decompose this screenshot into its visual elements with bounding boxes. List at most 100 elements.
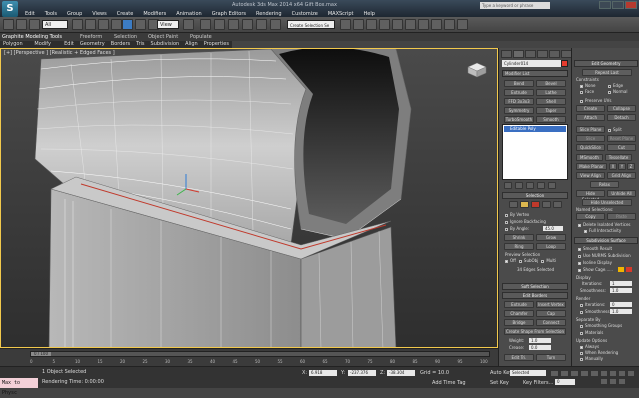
named-selection-dropdown[interactable]: Create Selection Se [287,20,335,29]
view-align-button[interactable]: View Align [576,172,605,179]
constraint-normal-radio[interactable]: Normal [608,89,627,94]
smooth-result-check-box[interactable] [578,247,581,251]
extrude-mod-button[interactable]: Extrude [504,89,534,96]
shrink-button[interactable]: Shrink [504,234,534,241]
bridge-button[interactable]: Bridge [504,319,534,326]
constraint-face-dot[interactable] [580,90,583,94]
panel-geometry-all[interactable]: Geometry (All) [77,41,108,54]
render-smoothness-check-box[interactable] [580,310,583,314]
select-move-icon[interactable] [122,19,133,30]
stack-item-editable-poly[interactable]: Editable Poly [504,126,566,132]
panel-align[interactable]: Align [182,41,201,48]
maxscript-listener[interactable]: Max to Physc [0,378,38,396]
delete-isolated-check-box[interactable] [578,223,581,227]
by-angle-spinner[interactable]: 45.0 [543,226,563,231]
configure-sets-icon[interactable] [548,182,556,189]
zoom-icon[interactable] [600,370,608,377]
selection-filter-dropdown[interactable]: All [42,20,68,29]
panel-tris[interactable]: Tris [133,41,147,48]
panel-polygon-modeling[interactable]: Polygon Modeling [0,41,31,54]
goto-start-icon[interactable] [550,370,559,377]
subdivision-surface-rollout-header[interactable]: Subdivision Surface [574,237,638,244]
minimize-button[interactable] [599,1,611,9]
edit-borders-rollout-header[interactable]: Edit Borders [502,292,568,299]
smoothing-groups-checkbox[interactable]: Smoothing Groups [580,323,622,328]
cap-button[interactable]: Cap [536,310,566,317]
layer-manager-icon[interactable] [366,19,377,30]
time-slider-thumb[interactable]: 0 / 100 [31,352,51,356]
undo-icon[interactable] [3,19,14,30]
current-frame-field[interactable]: 0 [555,379,575,385]
preview-subobj-radio-dot[interactable] [518,259,522,263]
make-unique-icon[interactable] [526,182,534,189]
msmooth-button[interactable]: MSmooth [576,154,603,161]
ignore-backfacing-checkbox[interactable]: Ignore Backfacing [505,219,546,224]
ring-button[interactable]: Ring [504,243,534,250]
redo-icon[interactable] [16,19,27,30]
symmetry-button[interactable]: Symmetry [504,107,534,114]
element-level-icon[interactable] [553,201,562,208]
unhide-all-button[interactable]: Unhide All [607,190,636,197]
planar-y-button[interactable]: Y [618,163,626,170]
preview-multi-radio-dot[interactable] [541,259,545,263]
key-filters-button[interactable]: Key Filters... [523,380,553,386]
grid-align-button[interactable]: Grid Align [607,172,636,179]
edit-tri-button[interactable]: Edit Tri. [504,354,534,361]
iterations-spinner[interactable]: 1 [610,281,632,286]
edge-level-icon[interactable] [520,201,529,208]
split-check-box[interactable] [608,128,611,132]
set-key-button[interactable]: Set Key [490,380,509,386]
schematic-view-icon[interactable] [405,19,416,30]
x-coordinate-field[interactable]: 6.918 [309,370,337,376]
motion-tab-icon[interactable] [537,50,548,58]
panel-subdivision[interactable]: Subdivision [148,41,183,48]
tab-object-paint[interactable]: Object Paint [148,33,178,41]
perspective-viewport[interactable]: [+] [Perspective ] [Realistic + Edged Fa… [0,48,498,348]
edit-named-sel-icon[interactable] [270,19,281,30]
search-input[interactable]: Type a keyword or phrase [480,2,550,9]
panel-properties[interactable]: Properties [201,41,232,48]
render-iterations-check-box[interactable] [580,303,583,307]
copy-button[interactable]: Copy [576,213,605,220]
preview-off-radio-dot[interactable] [505,259,508,263]
create-shape-button[interactable]: Create Shape From Selection [504,328,566,335]
materials-checkbox[interactable]: Materials [580,330,603,335]
play-icon[interactable] [570,370,579,377]
manually-radio[interactable]: Manually [580,356,603,361]
crease-spinner[interactable]: 0.0 [529,345,551,350]
hide-unselected-button[interactable]: Hide Unselected [582,199,632,206]
repeat-last-button[interactable]: Repeat Last [582,69,632,76]
create-tab-icon[interactable] [501,50,512,58]
by-angle-checkbox[interactable]: By Angle: [505,226,529,231]
display-tab-icon[interactable] [549,50,560,58]
lathe-button[interactable]: Lathe [536,89,566,96]
loop-button[interactable]: Loop [536,243,566,250]
z-coordinate-field[interactable]: -38.304 [387,370,415,376]
preview-subobj-radio[interactable]: SubObj [518,258,538,263]
when-rendering-radio-dot[interactable] [580,351,583,355]
orbit-icon[interactable] [609,378,617,385]
timeline-ticks[interactable]: 0 5 10 15 20 25 30 35 40 45 50 55 60 65 70 75 80 85 90 95 10… [30,358,490,366]
show-cage-checkbox[interactable]: Show Cage...... [578,267,613,272]
grow-button[interactable]: Grow [536,234,566,241]
auto-key-selection-dropdown[interactable]: Selected [510,370,546,376]
window-crossing-icon[interactable] [111,19,122,30]
cage-selection-color-swatch[interactable] [626,267,632,272]
curve-editor-icon[interactable] [392,19,403,30]
zoom-extents-icon[interactable] [618,370,626,377]
bevel-button[interactable]: Bevel [536,80,566,87]
preview-multi-radio[interactable]: Multi [541,258,556,263]
prev-frame-icon[interactable] [560,370,569,377]
app-logo-icon[interactable]: S [2,1,18,17]
rect-selection-icon[interactable] [98,19,109,30]
constraint-none-radio[interactable]: None [580,83,595,88]
insert-vertex-button[interactable]: Insert Vertex [536,301,566,308]
ffd-button[interactable]: FFD 3x3x3 [504,98,534,105]
delete-isolated-checkbox[interactable]: Delete Isolated Vertices [578,222,630,227]
show-cage-check-box[interactable] [578,268,581,272]
remove-modifier-icon[interactable] [537,182,545,189]
render-smoothness-spinner[interactable]: 1.0 [610,309,632,314]
render-iterations-checkbox[interactable]: Iterations: [580,302,605,307]
slice-plane-button[interactable]: Slice Plane [576,126,605,133]
select-rotate-icon[interactable] [135,19,146,30]
